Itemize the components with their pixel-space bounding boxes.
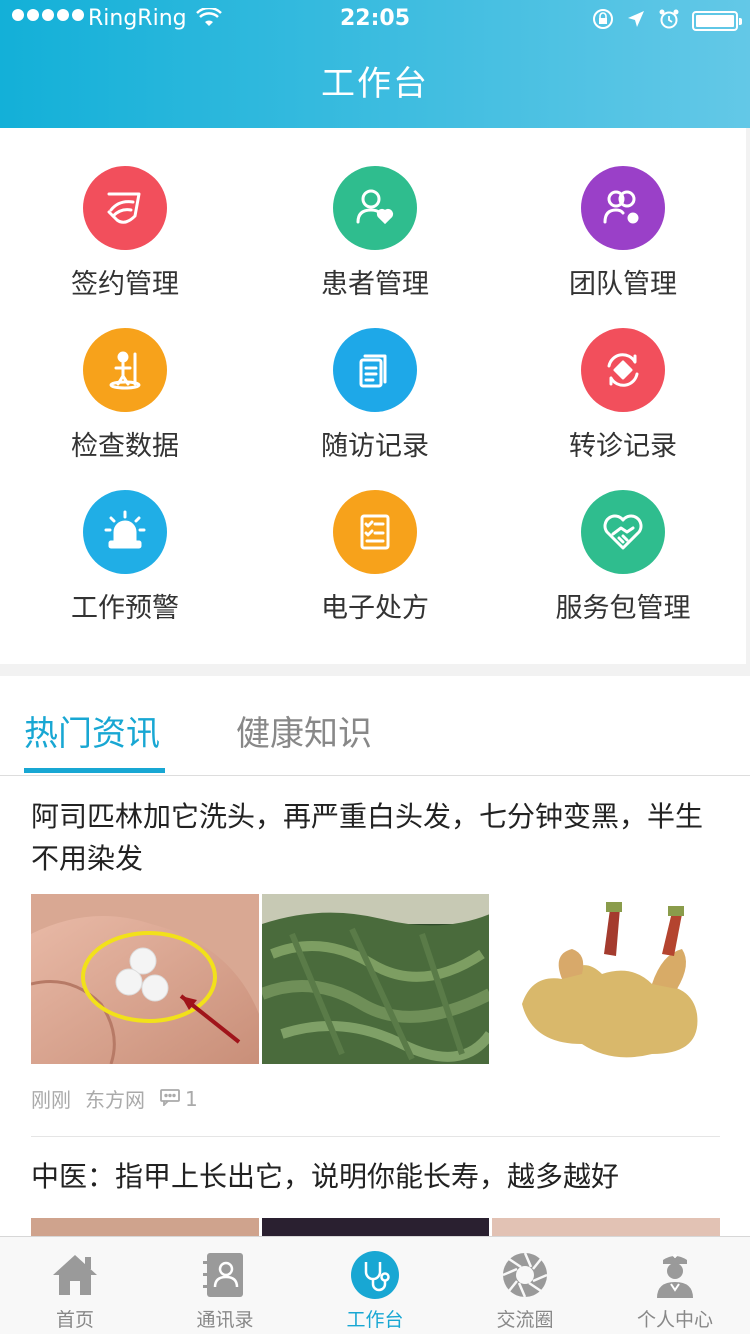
tab-label: 首页 <box>55 1309 94 1331</box>
news-tabs: 热门资讯 健康知识 <box>0 676 750 776</box>
grid-label: 转诊记录 <box>569 431 677 462</box>
tab-label: 交流圈 <box>496 1309 554 1331</box>
followup-record-icon <box>333 328 417 412</box>
alarm-clock-icon <box>658 8 680 34</box>
news-title[interactable]: 中医：指甲上长出它，说明你能长寿，越多越好 <box>31 1156 725 1198</box>
team-icon <box>581 166 665 250</box>
tab-home[interactable]: 首页 <box>0 1237 150 1334</box>
tab-label: 通讯录 <box>196 1309 254 1331</box>
grid-label: 服务包管理 <box>555 593 691 624</box>
contacts-icon <box>203 1249 247 1301</box>
grid-label: 检查数据 <box>71 431 179 462</box>
prescription-icon <box>333 490 417 574</box>
function-grid: 签约管理 患者管理 团队管理 检查数据 随访记录 转诊记录 工作预警 电子处方 … <box>0 128 746 664</box>
bottom-tab-bar: 首页 通讯录 工作台 交流圈 个人中心 <box>0 1236 750 1334</box>
check-data-icon <box>83 328 167 412</box>
grid-label: 工作预警 <box>71 593 179 624</box>
news-time: 刚刚 <box>31 1088 71 1112</box>
news-image-hand-pills <box>31 894 259 1064</box>
grid-label: 患者管理 <box>321 269 429 300</box>
tab-health-knowledge[interactable]: 健康知识 <box>236 706 372 755</box>
tab-hot-news[interactable]: 热门资讯 <box>24 706 160 755</box>
comment-icon <box>159 1087 181 1111</box>
sign-contract-icon <box>83 166 167 250</box>
news-image-ginger <box>492 894 721 1064</box>
news-image <box>261 1218 490 1236</box>
grid-item-followup-record[interactable]: 随访记录 <box>250 328 500 490</box>
news-image-cypress-leaves <box>261 894 490 1064</box>
tab-profile[interactable]: 个人中心 <box>600 1237 750 1334</box>
news-thumbnails[interactable] <box>31 894 721 1064</box>
grid-item-work-alert[interactable]: 工作预警 <box>0 490 250 652</box>
home-icon <box>49 1249 101 1301</box>
referral-icon <box>581 328 665 412</box>
grid-label: 电子处方 <box>321 593 429 624</box>
news-source: 东方网 <box>85 1088 145 1112</box>
news-thumbnails[interactable] <box>31 1218 721 1236</box>
battery-icon <box>692 11 742 31</box>
workbench-stethoscope-icon <box>350 1249 400 1301</box>
patient-icon <box>333 166 417 250</box>
grid-item-sign-management[interactable]: 签约管理 <box>0 166 250 328</box>
grid-item-service-package[interactable]: 服务包管理 <box>500 490 746 652</box>
news-list: 阿司匹林加它洗头，再严重白头发，七分钟变黑，半生不用染发 刚刚 东方网 1 中医… <box>0 776 750 1236</box>
grid-label: 签约管理 <box>71 269 179 300</box>
location-icon <box>626 9 646 33</box>
news-image <box>31 1218 259 1236</box>
news-comment-count: 1 <box>185 1086 198 1111</box>
alarm-icon <box>83 490 167 574</box>
grid-item-referral-record[interactable]: 转诊记录 <box>500 328 746 490</box>
status-bar: RingRing 22:05 <box>0 0 750 40</box>
grid-item-patient-management[interactable]: 患者管理 <box>250 166 500 328</box>
tab-contacts[interactable]: 通讯录 <box>150 1237 300 1334</box>
grid-item-team-management[interactable]: 团队管理 <box>500 166 746 328</box>
news-image <box>492 1218 721 1236</box>
tab-workbench[interactable]: 工作台 <box>300 1237 450 1334</box>
news-divider <box>31 1136 720 1137</box>
tab-label: 工作台 <box>346 1309 404 1331</box>
orientation-lock-icon <box>592 8 614 34</box>
service-package-icon <box>581 490 665 574</box>
grid-label: 团队管理 <box>569 269 677 300</box>
page-title: 工作台 <box>321 64 429 104</box>
grid-label: 随访记录 <box>321 431 429 462</box>
news-meta: 刚刚 东方网 1 <box>31 1084 198 1113</box>
header: RingRing 22:05 工作台 <box>0 0 750 128</box>
grid-item-e-prescription[interactable]: 电子处方 <box>250 490 500 652</box>
active-tab-indicator <box>24 768 165 773</box>
tab-community[interactable]: 交流圈 <box>450 1237 600 1334</box>
tab-label: 个人中心 <box>636 1309 713 1331</box>
news-title[interactable]: 阿司匹林加它洗头，再严重白头发，七分钟变黑，半生不用染发 <box>31 796 725 880</box>
shutter-icon <box>501 1249 549 1301</box>
doctor-profile-icon <box>653 1249 697 1301</box>
grid-item-check-data[interactable]: 检查数据 <box>0 328 250 490</box>
